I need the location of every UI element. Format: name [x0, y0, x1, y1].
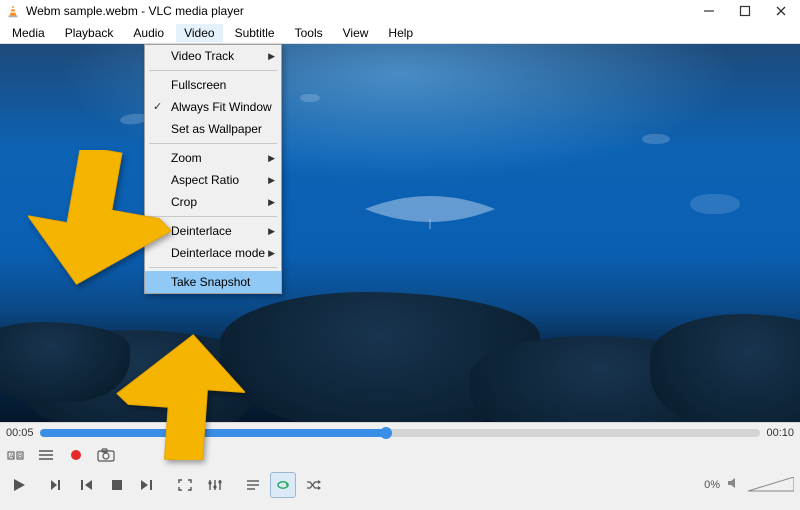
frame-list-button[interactable]	[36, 445, 56, 465]
menu-separator	[149, 70, 277, 71]
menu-media[interactable]: Media	[4, 24, 53, 42]
minimize-button[interactable]	[700, 2, 718, 20]
menu-item-label: Fullscreen	[171, 78, 226, 92]
menu-tools[interactable]: Tools	[287, 24, 331, 42]
submenu-arrow-icon: ▶	[268, 248, 275, 259]
video-menu-dropdown: Video Track ▶ Fullscreen ✓ Always Fit Wind…	[144, 44, 282, 294]
fullscreen-button[interactable]	[172, 472, 198, 498]
playlist-button[interactable]	[240, 472, 266, 498]
scenery-stingray	[360, 189, 500, 229]
menu-subtitle[interactable]: Subtitle	[227, 24, 283, 42]
menu-item-set-wallpaper[interactable]: Set as Wallpaper	[145, 118, 281, 140]
scenery-fish	[690, 194, 740, 214]
seek-bar-row: 00:05 00:10	[0, 422, 800, 442]
menu-item-zoom[interactable]: Zoom ▶	[145, 147, 281, 169]
svg-text:A: A	[9, 453, 14, 460]
scenery-rock	[0, 322, 130, 402]
menu-separator	[149, 267, 277, 268]
check-icon: ✓	[153, 100, 162, 113]
menu-video[interactable]: Video	[176, 24, 222, 42]
volume-percent-label: 0%	[704, 479, 720, 491]
title-bar: Webm sample.webm - VLC media player	[0, 0, 800, 22]
extended-settings-button[interactable]	[202, 472, 228, 498]
maximize-button[interactable]	[736, 2, 754, 20]
menu-separator	[149, 143, 277, 144]
scenery-fish	[300, 94, 320, 102]
menu-help[interactable]: Help	[380, 24, 421, 42]
menu-item-label: Deinterlace	[171, 224, 232, 238]
scenery-fish	[60, 254, 96, 268]
menu-item-fullscreen[interactable]: Fullscreen	[145, 74, 281, 96]
shuffle-button[interactable]	[300, 472, 326, 498]
menu-item-label: Always Fit Window	[171, 100, 272, 114]
close-button[interactable]	[772, 2, 790, 20]
status-bar	[0, 502, 800, 510]
seek-progress	[40, 429, 386, 437]
menu-playback[interactable]: Playback	[57, 24, 122, 42]
step-forward-button[interactable]	[44, 472, 70, 498]
menu-view[interactable]: View	[335, 24, 377, 42]
menu-item-video-track[interactable]: Video Track ▶	[145, 45, 281, 67]
mute-icon[interactable]	[726, 476, 742, 495]
current-time-label: 00:05	[6, 427, 34, 439]
submenu-arrow-icon: ▶	[268, 153, 275, 164]
snapshot-button[interactable]	[96, 445, 116, 465]
scenery-rock	[650, 314, 800, 422]
volume-slider[interactable]	[748, 477, 794, 493]
seek-handle[interactable]	[380, 427, 392, 439]
menu-audio[interactable]: Audio	[125, 24, 172, 42]
advanced-toolbar: AB	[0, 442, 800, 468]
menu-item-aspect-ratio[interactable]: Aspect Ratio ▶	[145, 169, 281, 191]
ab-loop-button[interactable]: AB	[6, 445, 26, 465]
video-viewport[interactable]	[0, 44, 800, 422]
menu-item-label: Deinterlace mode	[171, 246, 265, 260]
scenery-fish	[642, 134, 670, 144]
record-button[interactable]	[66, 445, 86, 465]
window-title: Webm sample.webm - VLC media player	[26, 4, 700, 18]
menu-item-deinterlace-mode[interactable]: Deinterlace mode▶	[145, 242, 281, 264]
menu-item-crop[interactable]: Crop ▶	[145, 191, 281, 213]
playback-toolbar: 0%	[0, 468, 800, 502]
menu-item-label: Take Snapshot	[171, 275, 250, 289]
menu-item-label: Zoom	[171, 151, 202, 165]
stop-button[interactable]	[104, 472, 130, 498]
submenu-arrow-icon: ▶	[268, 197, 275, 208]
menu-bar: Media Playback Audio Video Subtitle Tool…	[0, 22, 800, 44]
window-controls	[700, 2, 790, 20]
previous-button[interactable]	[74, 472, 100, 498]
next-button[interactable]	[134, 472, 160, 498]
menu-item-label: Video Track	[171, 49, 234, 63]
submenu-arrow-icon: ▶	[268, 175, 275, 186]
record-icon	[71, 450, 81, 460]
vlc-cone-icon	[6, 4, 20, 18]
menu-item-always-fit[interactable]: ✓ Always Fit Window	[145, 96, 281, 118]
play-button[interactable]	[6, 472, 32, 498]
menu-item-label: Set as Wallpaper	[171, 122, 262, 136]
seek-slider[interactable]	[40, 429, 761, 437]
submenu-arrow-icon: ▶	[268, 226, 275, 237]
volume-control: 0%	[704, 476, 794, 495]
loop-button[interactable]	[270, 472, 296, 498]
svg-text:B: B	[18, 453, 22, 460]
submenu-arrow-icon: ▶	[268, 51, 275, 62]
menu-item-take-snapshot[interactable]: Take Snapshot	[145, 271, 281, 293]
total-time-label: 00:10	[766, 427, 794, 439]
menu-item-label: Crop	[171, 195, 197, 209]
menu-item-label: Aspect Ratio	[171, 173, 239, 187]
menu-item-deinterlace[interactable]: Deinterlace ▶	[145, 220, 281, 242]
menu-separator	[149, 216, 277, 217]
